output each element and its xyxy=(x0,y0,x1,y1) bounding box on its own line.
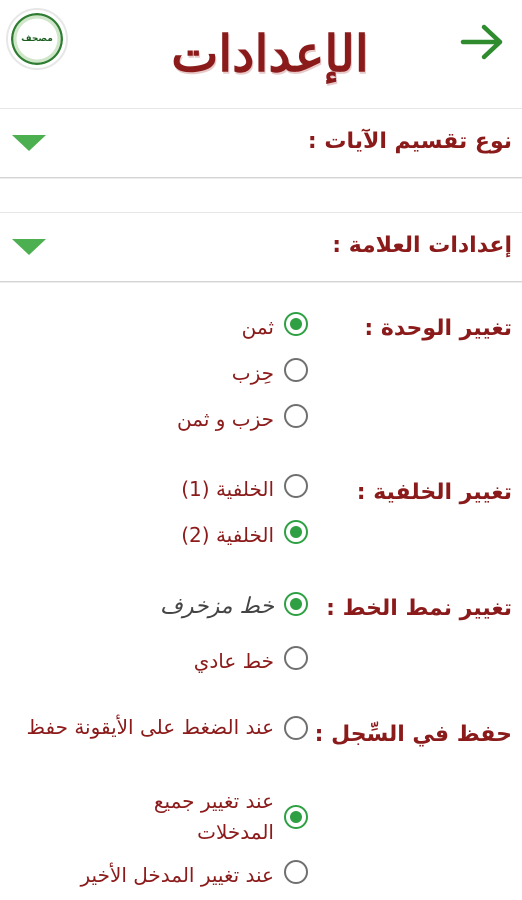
radio-button[interactable] xyxy=(284,404,308,428)
unit-option-thumn[interactable]: ثمن xyxy=(242,312,308,342)
app-header: مصحف الإعدادات xyxy=(0,0,522,104)
section-marker-settings[interactable]: إعدادات العلامة : xyxy=(0,212,522,282)
section-label: نوع تقسيم الآيات : xyxy=(307,129,512,154)
option-label: الخلفية (2) xyxy=(181,523,274,547)
dropdown-arrow-icon[interactable] xyxy=(12,135,46,151)
option-label: الخلفية (1) xyxy=(181,477,274,501)
radio-button[interactable] xyxy=(284,358,308,382)
background-setting-label: تغيير الخلفية : xyxy=(356,480,512,505)
font-option-decorative[interactable]: خط مزخرف xyxy=(160,592,308,622)
option-label: خط عادي xyxy=(193,649,274,673)
background-option-1[interactable]: الخلفية (1) xyxy=(181,474,308,504)
radio-button[interactable] xyxy=(284,646,308,670)
radio-button[interactable] xyxy=(284,715,308,740)
unit-option-hizb[interactable]: حِزب xyxy=(232,358,308,388)
section-label: إعدادات العلامة : xyxy=(332,233,512,258)
save-setting-label: حفظ في السِّجل : xyxy=(314,722,512,747)
option-label: عند تغيير جميع المدخلات xyxy=(153,789,274,844)
app-logo: مصحف xyxy=(6,8,68,70)
logo-emblem-icon: مصحف xyxy=(11,13,63,65)
radio-button[interactable] xyxy=(284,805,308,829)
radio-button[interactable] xyxy=(284,860,308,884)
radio-button[interactable] xyxy=(284,520,308,544)
radio-button[interactable] xyxy=(284,312,308,336)
dropdown-arrow-icon[interactable] xyxy=(12,239,46,255)
option-label: حزب و ثمن xyxy=(177,407,274,431)
logo-text: مصحف xyxy=(21,34,53,44)
background-option-2[interactable]: الخلفية (2) xyxy=(181,520,308,550)
radio-button[interactable] xyxy=(284,474,308,498)
decorative-font-sample: خط مزخرف xyxy=(160,594,274,619)
save-option-all-inputs[interactable]: عند تغيير جميع المدخلات xyxy=(134,786,308,848)
option-label: حِزب xyxy=(231,361,274,385)
unit-setting-label: تغيير الوحدة : xyxy=(364,316,512,341)
option-label: عند تغيير المدخل الأخير xyxy=(80,863,274,887)
unit-option-hizb-thumn[interactable]: حزب و ثمن xyxy=(177,404,308,434)
option-label: عند الضغط على الأيقونة حفظ xyxy=(26,715,274,739)
save-option-on-icon[interactable]: عند الضغط على الأيقونة حفظ xyxy=(24,712,308,743)
font-setting-label: تغيير نمط الخط : xyxy=(326,596,512,621)
radio-button[interactable] xyxy=(284,592,308,616)
option-label: ثمن xyxy=(241,315,274,339)
save-option-last-input[interactable]: عند تغيير المدخل الأخير xyxy=(81,860,308,890)
page-title: الإعدادات xyxy=(171,23,369,83)
font-option-regular[interactable]: خط عادي xyxy=(194,646,308,676)
section-verse-division[interactable]: نوع تقسيم الآيات : xyxy=(0,108,522,178)
arrow-right-icon[interactable] xyxy=(460,22,506,62)
